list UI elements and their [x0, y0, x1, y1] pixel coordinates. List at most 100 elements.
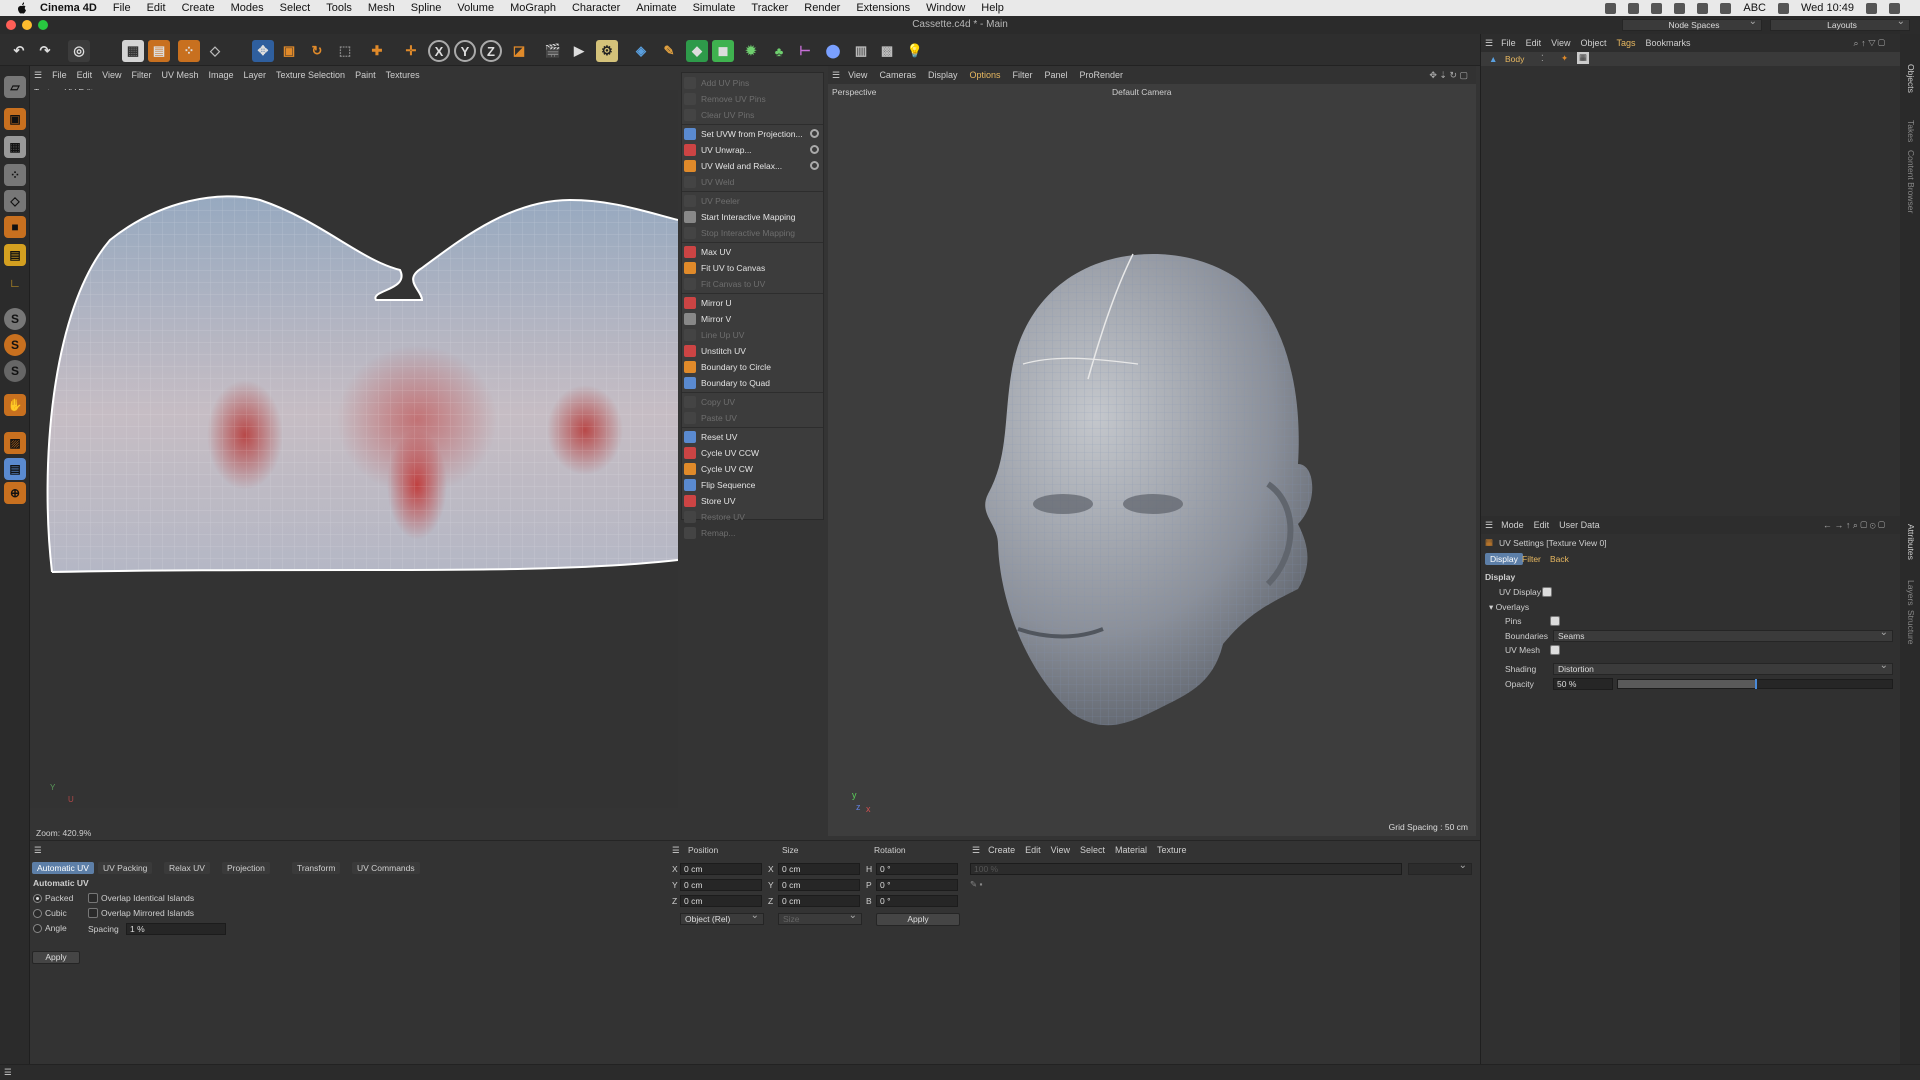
uv-command-item[interactable]: Cycle UV CW	[682, 461, 823, 477]
snap-settings-icon[interactable]: S	[4, 334, 26, 356]
rot-b-input[interactable]: 0 °	[876, 895, 958, 907]
model-icon[interactable]: ▣	[4, 108, 26, 130]
coordinate-system-icon[interactable]: ◪	[508, 40, 530, 62]
clock[interactable]: Wed 10:49	[1801, 2, 1854, 14]
cubic-radio[interactable]	[33, 909, 42, 918]
gear-icon[interactable]	[810, 161, 819, 170]
uv-menu-textures[interactable]: Textures	[386, 70, 420, 80]
texture-mode-icon[interactable]: ▤	[148, 40, 170, 62]
attr-menu-user-data[interactable]: User Data	[1559, 520, 1600, 530]
floor-icon[interactable]: ▥	[850, 40, 872, 62]
hamburger-icon[interactable]: ☰	[832, 70, 840, 81]
phong-tag-icon[interactable]: ✦	[1561, 53, 1568, 64]
attr-tab-filter[interactable]: Filter	[1517, 553, 1546, 565]
hamburger-icon[interactable]: ☰	[1485, 38, 1493, 49]
paint-icon[interactable]: ✋	[4, 394, 26, 416]
menu-simulate[interactable]: Simulate	[693, 2, 736, 14]
minimize-icon[interactable]	[22, 20, 32, 30]
y-axis-icon[interactable]: Y	[454, 40, 476, 62]
uv-command-item[interactable]: Start Interactive Mapping	[682, 209, 823, 225]
vp-menu-view[interactable]: View	[848, 70, 867, 80]
coordinate-mode-dropdown[interactable]: Object (Rel)	[680, 911, 764, 925]
maximize-icon[interactable]	[38, 20, 48, 30]
uvm-tab-uv-packing[interactable]: UV Packing	[98, 862, 153, 874]
uv-command-item[interactable]: UV Weld and Relax...	[682, 158, 823, 174]
menu-render[interactable]: Render	[804, 2, 840, 14]
hamburger-icon[interactable]: ☰	[972, 845, 980, 856]
packed-radio[interactable]	[33, 894, 42, 903]
pos-x-input[interactable]: 0 cm	[680, 863, 762, 875]
attr-menu-mode[interactable]: Mode	[1501, 520, 1524, 530]
uvm-tab-relax-uv[interactable]: Relax UV	[164, 862, 210, 874]
menu-file[interactable]: File	[113, 2, 131, 14]
node-spaces-dropdown[interactable]: Node Spaces	[1622, 17, 1762, 31]
menu-tracker[interactable]: Tracker	[751, 2, 788, 14]
menu-modes[interactable]: Modes	[231, 2, 264, 14]
obj-menu-file[interactable]: File	[1501, 38, 1516, 48]
menu-edit[interactable]: Edit	[147, 2, 166, 14]
hamburger-icon[interactable]: ☰	[4, 1067, 12, 1078]
uv-menu-edit[interactable]: Edit	[77, 70, 93, 80]
z-axis-icon[interactable]: Z	[480, 40, 502, 62]
vp-menu-filter[interactable]: Filter	[1013, 70, 1033, 80]
size-y-input[interactable]: 0 cm	[778, 879, 860, 891]
attr-menu-edit[interactable]: Edit	[1534, 520, 1550, 530]
menu-animate[interactable]: Animate	[636, 2, 676, 14]
vp-menu-panel[interactable]: Panel	[1045, 70, 1068, 80]
rot-h-input[interactable]: 0 °	[876, 863, 958, 875]
uv-command-item[interactable]: Reset UV	[682, 429, 823, 445]
input-source-label[interactable]: ABC	[1743, 2, 1766, 14]
scene-icon[interactable]: ⬤	[822, 40, 844, 62]
layer-icon[interactable]: ▤	[4, 458, 26, 480]
uv-menu-filter[interactable]: Filter	[131, 70, 151, 80]
uv-polygons-icon[interactable]: ▤	[4, 244, 26, 266]
points-icon[interactable]: ⁘	[4, 164, 26, 186]
make-editable-icon[interactable]: ▱	[4, 76, 26, 98]
move-icon[interactable]: ✥	[252, 40, 274, 62]
uv-command-item[interactable]: Boundary to Quad	[682, 375, 823, 391]
axis-icon[interactable]: ∟	[4, 272, 26, 294]
mat-menu-create[interactable]: Create	[988, 845, 1015, 855]
pen-icon[interactable]: ✎	[658, 40, 680, 62]
uv-command-item[interactable]: Fit UV to Canvas	[682, 260, 823, 276]
obj-menu-bookmarks[interactable]: Bookmarks	[1646, 38, 1691, 48]
texture-icon[interactable]: ▦	[4, 136, 26, 158]
spacing-input[interactable]: 1 %	[126, 923, 226, 935]
side-tab-content-browser[interactable]: Content Browser	[1906, 150, 1916, 213]
angle-radio[interactable]	[33, 924, 42, 933]
uv-command-item[interactable]: Store UV	[682, 493, 823, 509]
pos-y-input[interactable]: 0 cm	[680, 879, 762, 891]
apple-icon[interactable]	[14, 0, 30, 16]
size-mode-dropdown[interactable]: Size	[778, 911, 862, 925]
x-axis-icon[interactable]: X	[428, 40, 450, 62]
grid-icon[interactable]: ▨	[4, 432, 26, 454]
menu-extensions[interactable]: Extensions	[856, 2, 910, 14]
lock-icon[interactable]: ⊕	[4, 482, 26, 504]
obj-menu-edit[interactable]: Edit	[1526, 38, 1542, 48]
hamburger-icon[interactable]: ☰	[34, 70, 42, 81]
uv-mesh-checkbox[interactable]	[1550, 645, 1560, 655]
uv-command-item[interactable]: Mirror V	[682, 311, 823, 327]
camera-icon[interactable]: ▩	[876, 40, 898, 62]
head-model[interactable]: y x z	[828, 84, 1476, 836]
close-icon[interactable]	[6, 20, 16, 30]
siri-icon[interactable]	[1889, 2, 1900, 14]
opacity-slider[interactable]	[1617, 679, 1893, 689]
uv-menu-image[interactable]: Image	[208, 70, 233, 80]
uv-menu-layer[interactable]: Layer	[244, 70, 267, 80]
menu-help[interactable]: Help	[981, 2, 1004, 14]
uv-menu-texture-selection[interactable]: Texture Selection	[276, 70, 345, 80]
render-settings-icon[interactable]: ⚙	[596, 40, 618, 62]
mat-menu-material[interactable]: Material	[1115, 845, 1147, 855]
boundaries-dropdown[interactable]: Seams	[1553, 628, 1893, 642]
status-icon[interactable]	[1651, 2, 1663, 14]
menu-tools[interactable]: Tools	[326, 2, 352, 14]
gear-icon[interactable]	[810, 145, 819, 154]
obj-menu-object[interactable]: Object	[1580, 38, 1606, 48]
viewport-nav-icons[interactable]: ✥ ⇣ ↻ ▢	[1429, 70, 1468, 81]
mat-menu-select[interactable]: Select	[1080, 845, 1105, 855]
render-region-icon[interactable]: 🎬	[542, 40, 564, 62]
uv-command-item[interactable]: Unstitch UV	[682, 343, 823, 359]
size-x-input[interactable]: 0 cm	[778, 863, 860, 875]
uv-command-item[interactable]: Flip Sequence	[682, 477, 823, 493]
